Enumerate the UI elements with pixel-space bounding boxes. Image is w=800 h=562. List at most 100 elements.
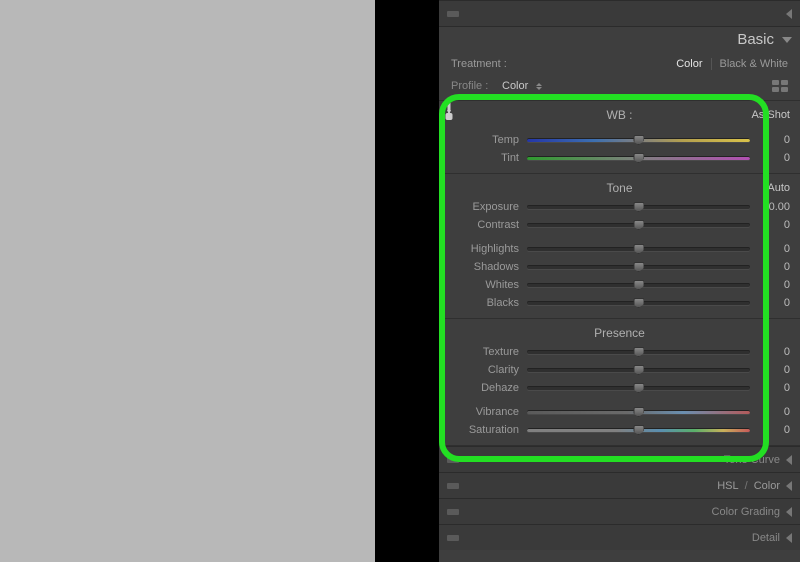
profile-stepper[interactable]: [536, 83, 542, 90]
saturation-row: Saturation 0: [439, 421, 800, 439]
chevron-left-icon: [786, 455, 792, 465]
toggle-icon[interactable]: [447, 11, 459, 17]
whites-slider[interactable]: [527, 283, 750, 287]
highlights-label: Highlights: [449, 243, 519, 255]
image-canvas: [0, 0, 375, 562]
contrast-slider[interactable]: [527, 223, 750, 227]
detail-panel[interactable]: Detail: [439, 524, 800, 550]
slider-handle[interactable]: [633, 347, 644, 357]
dehaze-slider[interactable]: [527, 386, 750, 390]
dehaze-label: Dehaze: [449, 382, 519, 394]
basic-title: Basic: [737, 31, 774, 48]
tint-value[interactable]: 0: [758, 152, 790, 164]
collapsed-section-top[interactable]: [439, 0, 800, 26]
saturation-value[interactable]: 0: [758, 424, 790, 436]
slider-handle[interactable]: [633, 425, 644, 435]
chevron-left-icon: [786, 533, 792, 543]
tone-auto[interactable]: Auto: [767, 182, 790, 194]
texture-value[interactable]: 0: [758, 346, 790, 358]
slider-handle[interactable]: [633, 298, 644, 308]
highlights-value[interactable]: 0: [758, 243, 790, 255]
saturation-label: Saturation: [449, 424, 519, 436]
blacks-slider[interactable]: [527, 301, 750, 305]
hsl-sep: /: [745, 480, 748, 492]
color-grading-panel[interactable]: Color Grading: [439, 498, 800, 524]
tint-label: Tint: [449, 152, 519, 164]
profile-value[interactable]: Color: [496, 80, 528, 92]
clarity-row: Clarity 0: [439, 361, 800, 379]
clarity-value[interactable]: 0: [758, 364, 790, 376]
temp-value[interactable]: 0: [758, 134, 790, 146]
color-grading-title: Color Grading: [712, 506, 780, 518]
temp-row: Temp 0: [439, 131, 800, 149]
slider-handle[interactable]: [633, 153, 644, 163]
tone-title: Tone: [606, 181, 632, 195]
texture-row: Texture 0: [439, 343, 800, 361]
tint-row: Tint 0: [439, 149, 800, 167]
panel-gap: [375, 0, 439, 562]
slider-handle[interactable]: [633, 202, 644, 212]
texture-slider[interactable]: [527, 350, 750, 354]
contrast-row: Contrast 0: [439, 216, 800, 234]
blacks-value[interactable]: 0: [758, 297, 790, 309]
toggle-icon[interactable]: [447, 509, 459, 515]
blacks-label: Blacks: [449, 297, 519, 309]
wb-label: WB :: [607, 108, 633, 122]
temp-label: Temp: [449, 134, 519, 146]
slider-handle[interactable]: [633, 365, 644, 375]
shadows-slider[interactable]: [527, 265, 750, 269]
treatment-bw[interactable]: Black & White: [720, 58, 788, 70]
tint-slider[interactable]: [527, 156, 750, 160]
wb-preset[interactable]: As Shot: [751, 109, 790, 121]
tone-curve-panel[interactable]: Tone Curve: [439, 446, 800, 472]
temp-slider[interactable]: [527, 138, 750, 142]
saturation-slider[interactable]: [527, 428, 750, 432]
hsl-a: HSL: [717, 480, 738, 492]
vibrance-label: Vibrance: [449, 406, 519, 418]
slider-handle[interactable]: [633, 135, 644, 145]
contrast-value[interactable]: 0: [758, 219, 790, 231]
treatment-label: Treatment :: [451, 58, 507, 70]
treatment-color[interactable]: Color: [676, 58, 702, 70]
chevron-left-icon: [786, 481, 792, 491]
highlights-row: Highlights 0: [439, 240, 800, 258]
slider-handle[interactable]: [633, 220, 644, 230]
exposure-value[interactable]: 0.00: [758, 201, 790, 213]
grid-icon[interactable]: [772, 80, 788, 92]
profile-row: Profile : Color: [439, 76, 800, 101]
slider-handle[interactable]: [633, 407, 644, 417]
shadows-value[interactable]: 0: [758, 261, 790, 273]
toggle-icon[interactable]: [447, 457, 459, 463]
slider-handle[interactable]: [633, 383, 644, 393]
contrast-label: Contrast: [449, 219, 519, 231]
exposure-slider[interactable]: [527, 205, 750, 209]
slider-handle[interactable]: [633, 262, 644, 272]
shadows-row: Shadows 0: [439, 258, 800, 276]
vibrance-value[interactable]: 0: [758, 406, 790, 418]
slider-handle[interactable]: [633, 244, 644, 254]
divider: [711, 58, 712, 70]
whites-label: Whites: [449, 279, 519, 291]
tone-curve-title: Tone Curve: [724, 454, 780, 466]
dehaze-value[interactable]: 0: [758, 382, 790, 394]
presence-section: Presence Texture 0 Clarity 0 Dehaze 0 Vi…: [439, 319, 800, 446]
hsl-panel[interactable]: HSL / Color: [439, 472, 800, 498]
detail-title: Detail: [752, 532, 780, 544]
basic-panel: Basic Treatment : Color Black & White Pr…: [439, 26, 800, 446]
develop-panel: Basic Treatment : Color Black & White Pr…: [439, 0, 800, 562]
highlights-slider[interactable]: [527, 247, 750, 251]
blacks-row: Blacks 0: [439, 294, 800, 312]
basic-header[interactable]: Basic: [439, 26, 800, 52]
whites-value[interactable]: 0: [758, 279, 790, 291]
hsl-b: Color: [754, 480, 780, 492]
clarity-slider[interactable]: [527, 368, 750, 372]
chevron-left-icon: [786, 9, 792, 19]
clarity-label: Clarity: [449, 364, 519, 376]
profile-label: Profile :: [451, 80, 488, 92]
shadows-label: Shadows: [449, 261, 519, 273]
toggle-icon[interactable]: [447, 535, 459, 541]
vibrance-slider[interactable]: [527, 410, 750, 414]
toggle-icon[interactable]: [447, 483, 459, 489]
tone-section: Tone Auto Exposure 0.00 Contrast 0 Highl…: [439, 174, 800, 319]
slider-handle[interactable]: [633, 280, 644, 290]
